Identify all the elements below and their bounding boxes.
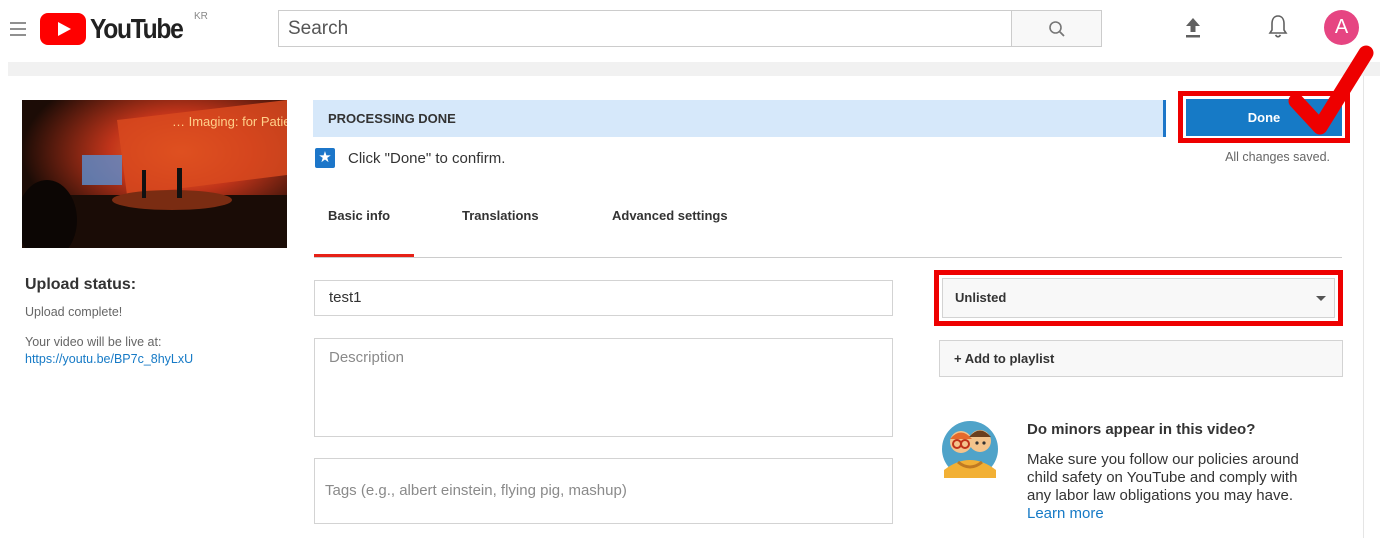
privacy-select-value: Unlisted — [955, 290, 1007, 305]
chevron-down-icon — [1316, 296, 1326, 301]
video-live-label: Your video will be live at: — [25, 335, 162, 349]
minors-notice-text: Make sure you follow our policies around… — [1027, 451, 1317, 523]
minors-notice-title: Do minors appear in this video? — [1027, 421, 1256, 438]
video-thumbnail: … Imaging: for Patients — [22, 100, 287, 248]
confirm-text: Click "Done" to confirm. — [348, 149, 506, 167]
play-logo-icon — [40, 13, 86, 45]
account-avatar[interactable]: A — [1324, 10, 1359, 45]
tags-input[interactable]: Tags (e.g., albert einstein, flying pig,… — [314, 458, 893, 524]
thumbnail-slide-text: … Imaging: for Patients — [172, 114, 287, 129]
notifications-bell-icon[interactable] — [1268, 14, 1288, 40]
add-to-playlist-button[interactable]: + Add to playlist — [939, 340, 1343, 377]
upload-status-text: Upload complete! — [25, 305, 123, 319]
search-button[interactable] — [1011, 10, 1102, 47]
upload-icon[interactable] — [1185, 17, 1201, 39]
hamburger-menu-icon[interactable] — [10, 22, 26, 36]
tabs-divider — [314, 257, 1342, 258]
tab-translations[interactable]: Translations — [462, 208, 539, 223]
changes-saved-text: All changes saved. — [1225, 150, 1330, 164]
learn-more-link[interactable]: Learn more — [1027, 505, 1104, 522]
country-code: KR — [194, 11, 208, 22]
masthead: YouTube KR Search A — [0, 0, 1380, 62]
search-input[interactable]: Search — [278, 10, 1012, 47]
confirm-message: ★ Click "Done" to confirm. — [315, 148, 505, 168]
masthead-divider — [8, 62, 1380, 76]
tab-advanced-settings[interactable]: Advanced settings — [612, 208, 728, 223]
thumbnail-image: … Imaging: for Patients — [22, 100, 287, 248]
tab-basic-info[interactable]: Basic info — [328, 208, 390, 223]
description-input[interactable]: Description — [314, 338, 893, 437]
search-icon — [1048, 20, 1065, 37]
upload-status-title: Upload status: — [25, 276, 137, 293]
page-edge-divider — [1363, 76, 1364, 538]
youtube-logo[interactable]: YouTube KR — [40, 11, 208, 45]
video-url-link[interactable]: https://youtu.be/BP7c_8hyLxU — [25, 352, 193, 366]
minors-notice-body: Make sure you follow our policies around… — [1027, 451, 1299, 504]
processing-status-bar: PROCESSING DONE — [313, 100, 1166, 137]
title-input[interactable]: test1 — [314, 280, 893, 316]
children-illustration-icon — [942, 421, 998, 478]
logo-text: YouTube — [90, 13, 184, 44]
checkmark-annotation-icon — [1288, 45, 1374, 135]
star-icon: ★ — [315, 148, 335, 168]
privacy-select[interactable]: Unlisted — [942, 278, 1335, 318]
